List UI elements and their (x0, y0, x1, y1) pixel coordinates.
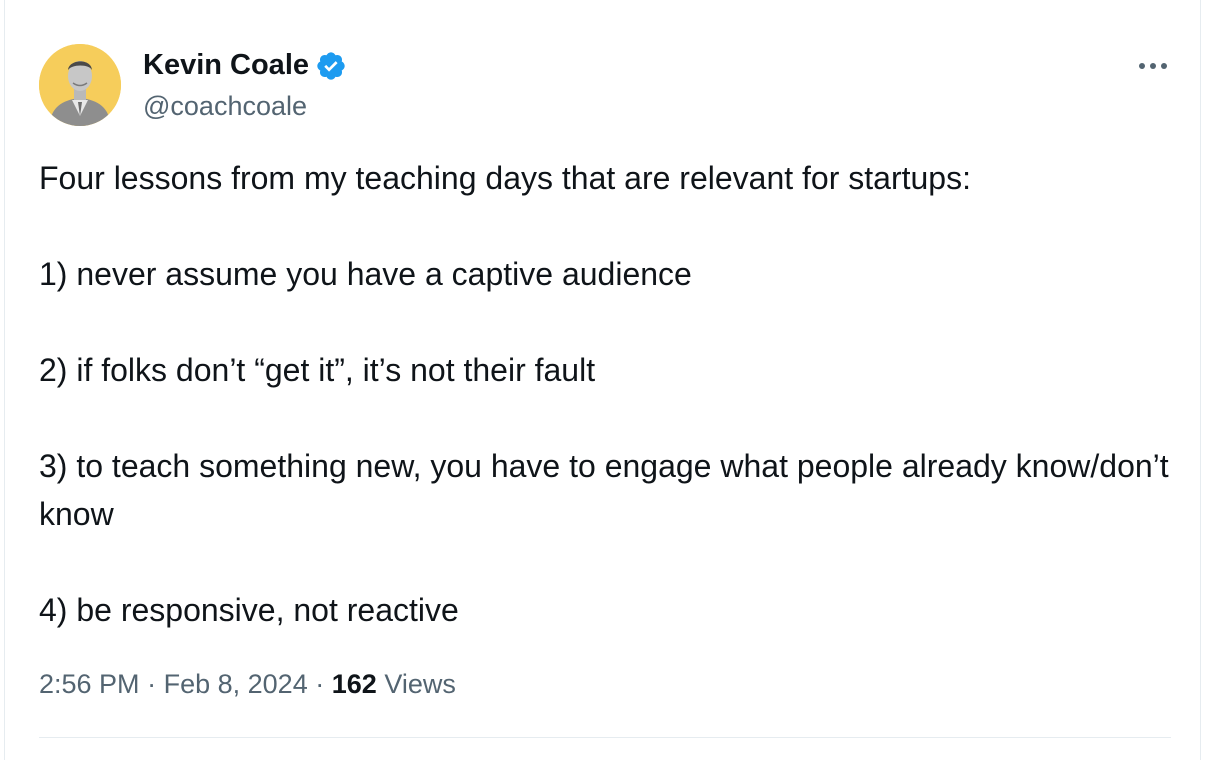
divider (39, 737, 1171, 738)
tweet-metadata: 2:56 PM · Feb 8, 2024 · 162 Views (39, 664, 456, 704)
lesson-item: 1) never assume you have a captive audie… (39, 256, 692, 292)
author-avatar[interactable] (39, 44, 121, 126)
author-display-name[interactable]: Kevin Coale (143, 46, 309, 84)
tweet-time[interactable]: 2:56 PM (39, 669, 140, 699)
person-avatar-icon (39, 44, 121, 126)
more-options-button[interactable] (1125, 50, 1181, 82)
views-count[interactable]: 162 (332, 669, 377, 699)
tweet-text: Four lessons from my teaching days that … (39, 154, 1169, 634)
tweet-card: Kevin Coale @coachcoale Four lessons fro… (4, 0, 1201, 760)
lesson-item: 2) if folks don’t “get it”, it’s not the… (39, 352, 596, 388)
meta-separator: · (315, 669, 325, 699)
tweet-date[interactable]: Feb 8, 2024 (164, 669, 308, 699)
author-name-row: Kevin Coale (143, 46, 347, 84)
tweet-intro: Four lessons from my teaching days that … (39, 160, 971, 196)
meta-separator: · (147, 669, 157, 699)
lesson-item: 4) be responsive, not reactive (39, 592, 459, 628)
verified-badge-icon[interactable] (315, 50, 347, 82)
lesson-item: 3) to teach something new, you have to e… (39, 448, 1169, 532)
more-horizontal-icon (1139, 63, 1167, 69)
author-handle[interactable]: @coachcoale (143, 88, 307, 124)
views-label: Views (384, 669, 456, 699)
